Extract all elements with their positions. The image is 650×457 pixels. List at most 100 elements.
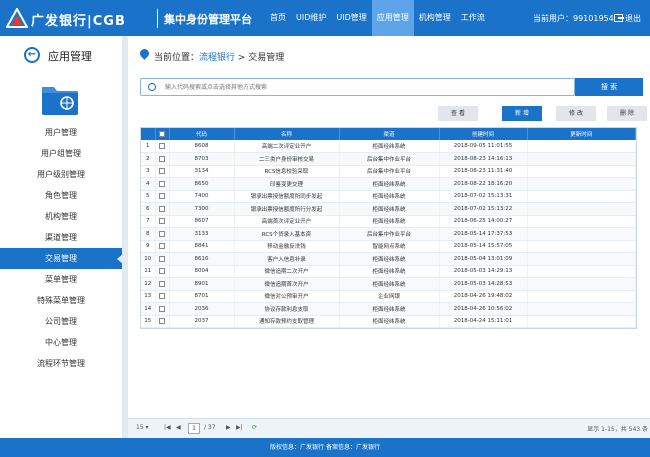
breadcrumb-link[interactable]: 流程银行 (199, 53, 235, 63)
nav-item-0[interactable]: 首页 (265, 0, 291, 36)
updated-time-cell (527, 190, 636, 203)
channel-cell: 柜面经纬系统 (339, 215, 440, 228)
delete-button[interactable]: 删 除 (607, 106, 647, 121)
table-row[interactable]: 12 8901 微信追期首次开户 柜面经纬系统 2018-05-03 14:28:53 (141, 277, 636, 291)
updated-time-cell (527, 265, 636, 278)
nav-item-3[interactable]: 应用管理 (371, 0, 414, 36)
row-checkbox[interactable] (159, 205, 165, 212)
first-page-icon[interactable]: |◀ (164, 424, 171, 431)
code-cell: 8650 (169, 177, 235, 191)
table-row[interactable]: 14 2036 协议存款利息支取 柜面经纬系统 2018-04-26 10:56:02 (141, 302, 636, 316)
channel-cell: 智能网点系统 (339, 240, 440, 253)
code-cell: 7400 (169, 190, 235, 203)
sidebar-item-11[interactable]: 流程环节管理 (0, 353, 122, 374)
sidebar-item-6[interactable]: 交易管理 (0, 248, 123, 269)
row-number: 13 (141, 290, 156, 303)
row-number: 1 (141, 140, 156, 153)
table-row[interactable]: 15 2037 通知存款预约支取管理 柜面经纬系统 2018-04-24 15:11:0… (141, 315, 636, 328)
row-checkbox[interactable] (159, 268, 165, 274)
row-checkbox[interactable] (159, 168, 165, 174)
table-row[interactable]: 7 8607 高端首次评定业开户 柜面经纬系统 2018-06-25 14:00:27 (141, 215, 636, 228)
table-row[interactable]: 11 8004 微信追期二次开户 柜面经纬系统 2018-05-03 14:29:13 (141, 265, 636, 278)
nav-item-4[interactable]: 机构管理 (414, 0, 456, 36)
table-row[interactable]: 8 3133 RCS个贷录入基本资 后台集中作业平台 2018-05-14 17:37:… (141, 227, 636, 241)
table-row[interactable]: 5 7400 银承出票授信额度所同步发起 柜面经纬系统 2018-07-02 15:13… (141, 190, 636, 203)
name-cell: RCS信息校验采取 (234, 165, 340, 178)
row-number: 6 (141, 202, 156, 216)
nav-item-2[interactable]: UID管理 (331, 0, 371, 36)
view-button[interactable]: 查 看 (438, 106, 478, 121)
sidebar-item-4[interactable]: 机构管理 (0, 206, 122, 227)
updated-time-cell (527, 202, 636, 216)
table-row[interactable]: 10 8616 客户入信息补录 柜面经纬系统 2018-05-04 13:01:09 (141, 252, 636, 266)
row-number: 11 (141, 265, 156, 278)
logout-button[interactable]: 退出 (614, 13, 641, 24)
row-checkbox[interactable] (159, 318, 165, 324)
table-row[interactable]: 13 8701 微信对公预审开户 企业网银 2018-04-26 19:48:02 (141, 290, 636, 303)
created-time-cell: 2018-07-02 15:13:31 (439, 190, 528, 203)
table-row[interactable]: 6 7300 银承出票授信额度所行分发起 柜面经纬系统 2018-07-02 15:13… (141, 202, 636, 216)
search-box (140, 78, 575, 96)
sidebar-item-0[interactable]: 用户管理 (0, 122, 122, 143)
updated-time-cell (527, 177, 636, 191)
row-checkbox[interactable] (159, 243, 165, 249)
sidebar-item-1[interactable]: 用户组管理 (0, 143, 122, 164)
sidebar-item-8[interactable]: 特殊菜单管理 (0, 290, 122, 311)
folder-icon (42, 87, 78, 115)
row-checkbox[interactable] (159, 142, 165, 149)
table-row[interactable]: 1 8608 高端二次评定业开户 柜面经纬系统 2018-09-05 11:01:55 (141, 140, 636, 153)
nav-item-5[interactable]: 工作流 (456, 0, 490, 36)
record-summary: 显示 1-15，共 543 条 (587, 426, 648, 433)
row-checkbox[interactable] (159, 293, 165, 299)
table-row[interactable]: 9 8841 移动金融反洗钱 智能网点系统 2018-05-14 15:57:05 (141, 240, 636, 253)
column-header-1[interactable] (155, 128, 170, 140)
channel-cell: 柜面经纬系统 (339, 177, 440, 191)
sidebar-item-7[interactable]: 菜单管理 (0, 269, 122, 290)
updated-time-cell (527, 227, 636, 241)
sidebar-item-5[interactable]: 渠道管理 (0, 227, 122, 248)
code-cell: 8841 (169, 240, 235, 253)
row-checkbox[interactable] (159, 193, 165, 199)
page-number-input[interactable]: 1 (188, 423, 200, 434)
table-row[interactable]: 4 8650 印鉴变更交理 柜面经纬系统 2018-08-22 18:16:20 (141, 177, 636, 191)
table-row[interactable]: 3 3134 RCS信息校验采取 后台集中作业平台 2018-08-23 11:31:4… (141, 165, 636, 178)
sidebar-item-2[interactable]: 用户级别管理 (0, 164, 122, 185)
name-cell: 移动金融反洗钱 (234, 240, 340, 253)
page-size-select[interactable]: 15 ▾ (136, 424, 149, 431)
add-button[interactable]: 新 增 (502, 106, 542, 121)
table-row[interactable]: 2 8703 二三类户身份审核交易 后台集中作业平台 2018-08-23 14:16:… (141, 152, 636, 166)
row-checkbox[interactable] (159, 155, 165, 162)
refresh-icon[interactable]: ⟳ (252, 424, 257, 431)
channel-cell: 后台集中作业平台 (339, 227, 440, 241)
prev-page-icon[interactable]: ◀ (176, 424, 181, 431)
sidebar-item-10[interactable]: 中心管理 (0, 332, 122, 353)
row-checkbox-cell (155, 152, 170, 166)
row-checkbox[interactable] (159, 280, 165, 287)
row-checkbox[interactable] (159, 305, 165, 312)
last-page-icon[interactable]: ▶| (236, 424, 243, 431)
channel-cell: 企业网银 (339, 290, 440, 303)
current-user: 当前用户：99101954 (533, 14, 614, 23)
updated-time-cell (527, 315, 636, 328)
name-cell: 通知存款预约支取管理 (234, 315, 340, 328)
row-checkbox[interactable] (159, 230, 165, 237)
created-time-cell: 2018-04-26 19:48:02 (439, 290, 528, 303)
sidebar-item-3[interactable]: 角色管理 (0, 185, 122, 206)
select-all-checkbox[interactable] (159, 130, 165, 137)
updated-time-cell (527, 302, 636, 316)
created-time-cell: 2018-07-02 15:13:22 (439, 202, 528, 216)
nav-item-1[interactable]: UID维护 (291, 0, 331, 36)
edit-button[interactable]: 修 改 (556, 106, 596, 121)
sidebar-item-9[interactable]: 公司管理 (0, 311, 122, 332)
row-checkbox[interactable] (159, 218, 165, 224)
row-checkbox-cell (155, 277, 170, 291)
row-checkbox[interactable] (159, 180, 165, 187)
row-checkbox[interactable] (159, 255, 165, 262)
next-page-icon[interactable]: ▶ (226, 424, 231, 431)
search-input[interactable] (165, 80, 570, 94)
row-checkbox-cell (155, 202, 170, 216)
search-button[interactable]: 搜 索 (575, 78, 643, 96)
back-arrow-icon[interactable]: ← (24, 47, 40, 63)
column-header-3: 名称 (234, 128, 340, 140)
updated-time-cell (527, 140, 636, 153)
